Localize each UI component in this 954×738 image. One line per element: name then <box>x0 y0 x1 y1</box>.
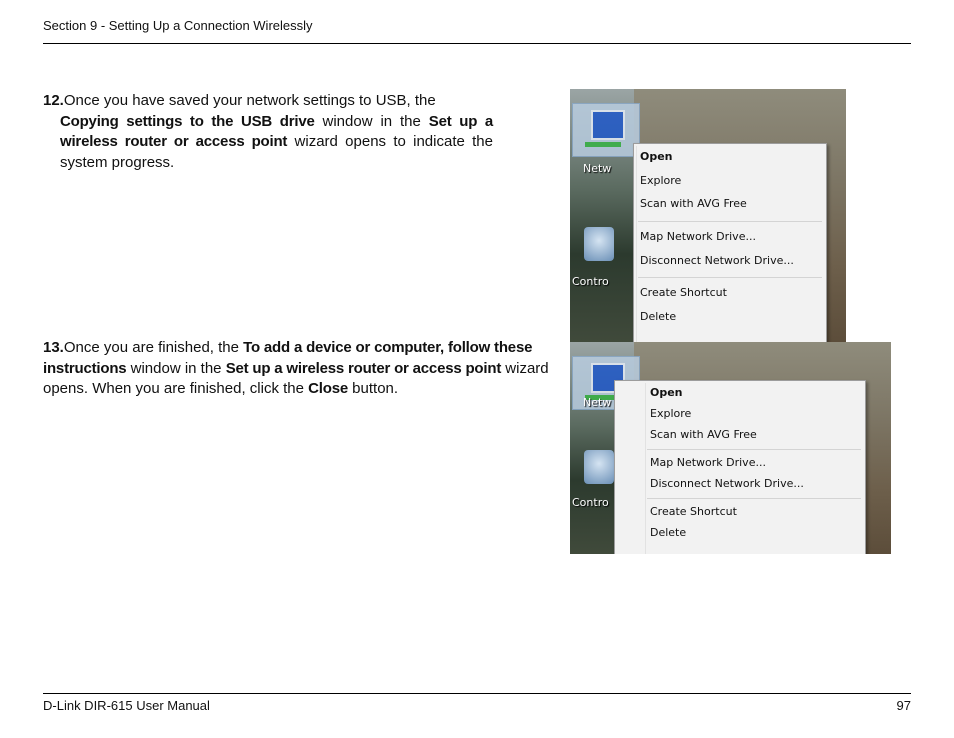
menu-separator <box>638 221 822 222</box>
header-rule <box>43 43 911 44</box>
step-12: 12.Once you have saved your network sett… <box>43 91 493 173</box>
step-13-bold-close: Close <box>308 380 349 397</box>
control-panel-icon-label: Contro <box>572 275 609 288</box>
step-12-body: Copying settings to the USB drive window… <box>43 112 493 174</box>
menu-item-delete[interactable]: Delete <box>634 306 826 328</box>
menu-item-explore[interactable]: Explore <box>634 170 826 192</box>
step-12-text-1: Once you have saved your network setting… <box>63 92 436 109</box>
network-icon-label: Netw <box>583 396 612 409</box>
menu-item-map-drive[interactable]: Map Network Drive... <box>634 226 826 248</box>
section-title: Section 9 - Setting Up a Connection Wire… <box>43 18 313 33</box>
step-12-bold-window: Copying settings to the USB drive <box>60 112 315 130</box>
network-cable-icon <box>585 142 621 147</box>
context-menu-screenshot-2: Netw Contro Open Explore Scan with AVG F… <box>570 342 891 554</box>
step-12-text-2: window in the <box>314 112 429 130</box>
step-13-bold-wizard: Set up a wireless router or access point <box>225 359 502 377</box>
control-panel-icon-label: Contro <box>572 496 609 509</box>
network-icon[interactable] <box>572 103 640 157</box>
menu-item-create-shortcut[interactable]: Create Shortcut <box>634 282 826 304</box>
control-panel-icon[interactable] <box>584 227 614 261</box>
step-13-text-1: Once you are finished, the <box>63 339 244 356</box>
step-13-text-2: window in the <box>126 359 226 377</box>
menu-separator <box>647 449 861 450</box>
page-number: 97 <box>896 698 911 713</box>
menu-item-create-shortcut[interactable]: Create Shortcut <box>615 502 865 522</box>
menu-item-explore[interactable]: Explore <box>615 404 865 424</box>
menu-separator <box>638 277 822 278</box>
step-12-number: 12. <box>43 92 64 109</box>
context-menu: Open Explore Scan with AVG Free Map Netw… <box>633 143 827 343</box>
context-menu: Open Explore Scan with AVG Free Map Netw… <box>614 380 866 554</box>
monitor-icon <box>591 110 625 140</box>
menu-item-scan-avg[interactable]: Scan with AVG Free <box>615 425 865 445</box>
menu-item-scan-avg[interactable]: Scan with AVG Free <box>634 193 826 215</box>
footer-manual-title: D-Link DIR-615 User Manual <box>43 698 210 713</box>
step-13-text-4: button. <box>348 380 399 397</box>
footer-rule <box>43 693 911 694</box>
menu-separator <box>647 498 861 499</box>
menu-item-map-drive[interactable]: Map Network Drive... <box>615 453 865 473</box>
menu-item-open[interactable]: Open <box>615 383 865 403</box>
context-menu-screenshot-1: Netw Contro Open Explore Scan with AVG F… <box>570 89 846 343</box>
menu-item-delete[interactable]: Delete <box>615 523 865 543</box>
step-13-number: 13. <box>43 339 64 356</box>
menu-item-disconnect-drive[interactable]: Disconnect Network Drive... <box>615 474 865 494</box>
menu-item-open[interactable]: Open <box>634 146 826 168</box>
network-icon-label: Netw <box>583 162 612 175</box>
menu-item-disconnect-drive[interactable]: Disconnect Network Drive... <box>634 250 826 272</box>
control-panel-icon[interactable] <box>584 450 614 484</box>
step-13: 13.Once you are finished, the To add a d… <box>43 338 553 400</box>
